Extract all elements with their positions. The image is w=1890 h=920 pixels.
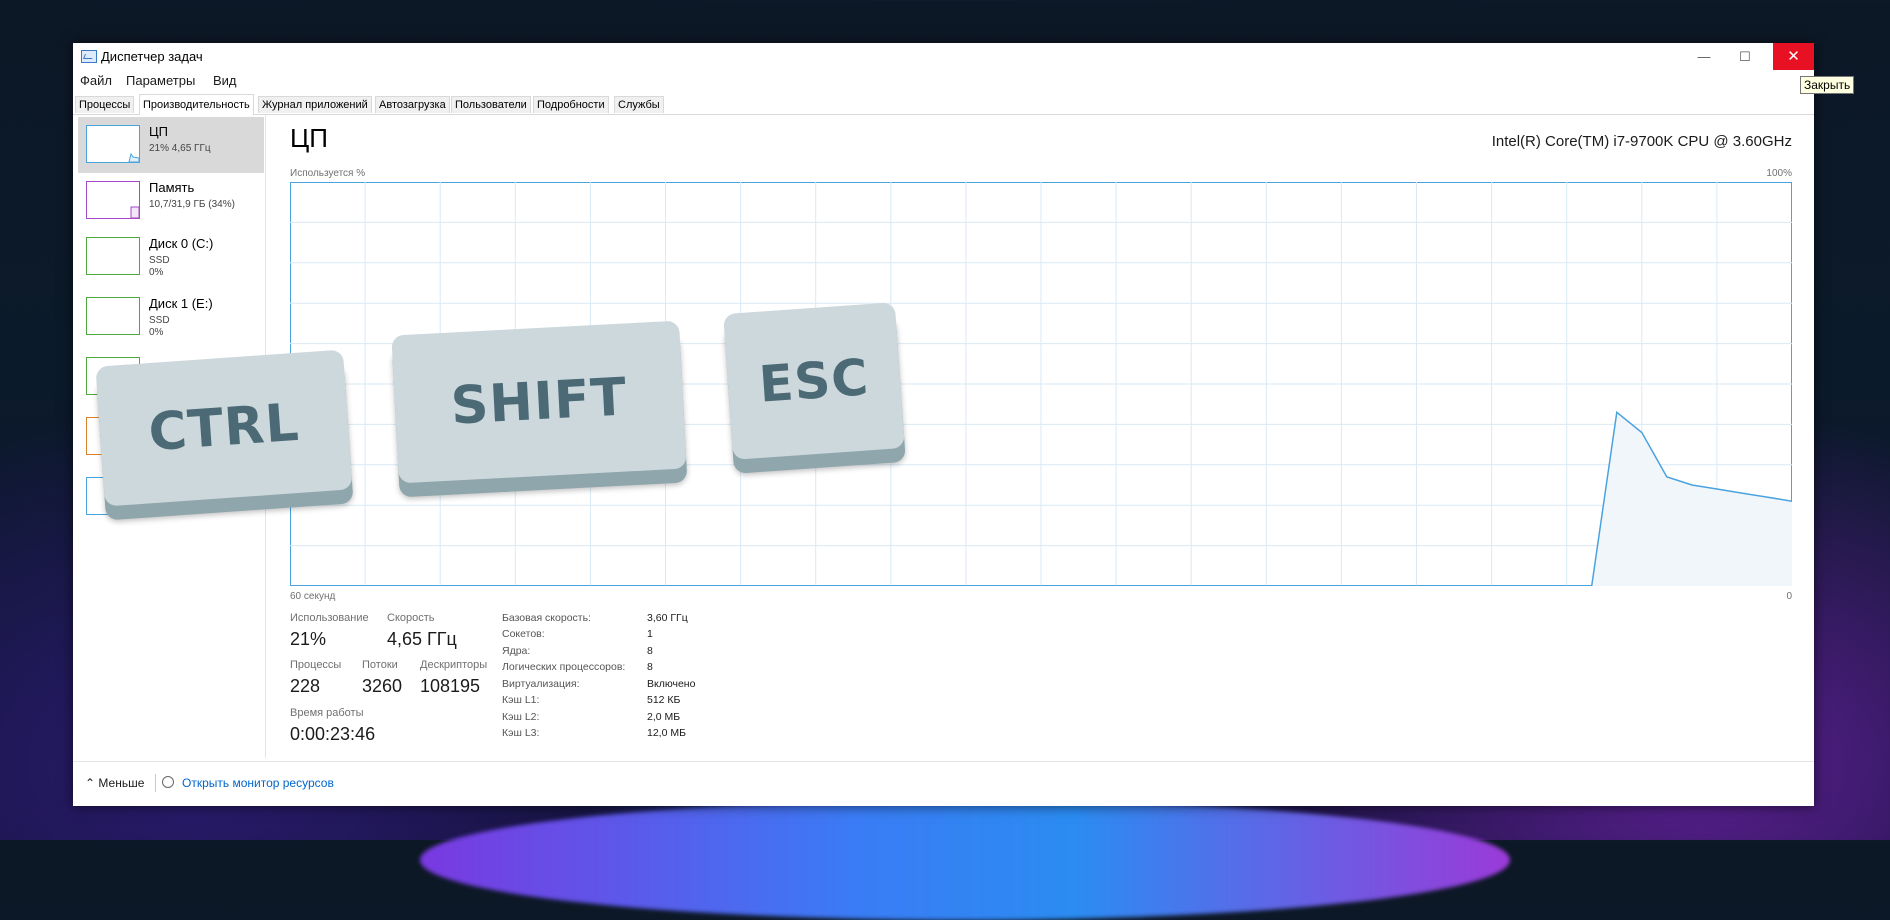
minimize-button[interactable]: — — [1685, 43, 1723, 70]
tab-details[interactable]: Подробности — [533, 96, 609, 113]
disk-thumbnail — [86, 297, 140, 335]
sidebar-item-label: Память — [149, 180, 195, 195]
cpu-model: Intel(R) Core(TM) i7-9700K CPU @ 3.60GHz — [1491, 133, 1792, 150]
memory-thumbnail — [86, 181, 140, 219]
info-value: 12,0 МБ — [647, 727, 686, 739]
task-manager-icon — [81, 50, 97, 63]
menu-file[interactable]: Файл — [80, 73, 112, 88]
page-title: ЦП — [290, 123, 328, 153]
info-value: 8 — [647, 645, 653, 657]
close-button[interactable]: ✕ — [1773, 43, 1814, 70]
menu-bar: Файл Параметры Вид — [73, 70, 1814, 90]
maximize-button[interactable]: ☐ — [1726, 43, 1764, 70]
menu-view[interactable]: Вид — [213, 73, 237, 88]
sidebar-item-label: Диск 0 (C:) — [149, 236, 214, 251]
sidebar-item-usage: 0% — [149, 327, 164, 338]
tab-app-history[interactable]: Журнал приложений — [258, 96, 372, 113]
info-value: 8 — [647, 661, 653, 673]
info-key: Виртуализация: — [502, 678, 580, 690]
sidebar-item-label: ЦП — [149, 124, 168, 139]
resource-monitor-icon — [162, 776, 174, 788]
info-value: 512 КБ — [647, 694, 681, 706]
sidebar-item-detail: 21% 4,65 ГГц — [149, 143, 211, 154]
info-key: Кэш L1: — [502, 694, 540, 706]
sidebar-item-detail: SSD — [149, 315, 170, 326]
fewer-details-button[interactable]: ⌃ Меньше — [85, 776, 144, 790]
sidebar-item-disk-0[interactable]: Диск 0 (C:) SSD 0% — [78, 229, 264, 285]
cpu-thumbnail — [86, 125, 140, 163]
info-key: Сокетов: — [502, 628, 545, 640]
sidebar-item-cpu[interactable]: ЦП 21% 4,65 ГГц — [78, 117, 264, 173]
graph-x-end-label: 0 — [1786, 591, 1792, 602]
info-key: Логических процессоров: — [502, 661, 626, 673]
usage-label: Использование — [290, 612, 369, 624]
sidebar-item-disk-1[interactable]: Диск 1 (E:) SSD 0% — [78, 289, 264, 345]
info-key: Ядра: — [502, 645, 531, 657]
background-glow — [420, 800, 1510, 920]
handles-label: Дескрипторы — [420, 659, 488, 671]
graph-y-max-label: 100% — [1766, 168, 1792, 179]
esc-keycap: ESC — [723, 302, 905, 460]
tab-users[interactable]: Пользователи — [451, 96, 531, 113]
handles-value: 108195 — [420, 676, 481, 696]
uptime-label: Время работы — [290, 707, 364, 719]
info-value: 2,0 МБ — [647, 711, 681, 723]
threads-label: Потоки — [362, 659, 398, 671]
title-bar: Диспетчер задач — ☐ ✕ — [73, 43, 1814, 70]
speed-value: 4,65 ГГц — [387, 629, 457, 649]
window-title: Диспетчер задач — [101, 49, 203, 64]
processes-value: 228 — [290, 676, 321, 696]
tab-performance[interactable]: Производительность — [139, 94, 254, 115]
tab-startup[interactable]: Автозагрузка — [375, 96, 450, 113]
menu-options[interactable]: Параметры — [126, 73, 195, 88]
footer-divider — [155, 774, 156, 792]
chevron-up-icon: ⌃ — [85, 776, 96, 790]
fewer-details-label: Меньше — [98, 776, 145, 790]
sidebar-item-detail: 10,7/31,9 ГБ (34%) — [149, 199, 235, 210]
info-value: 1 — [647, 628, 653, 640]
disk-thumbnail — [86, 237, 140, 275]
uptime-value: 0:00:23:46 — [290, 724, 376, 744]
tab-strip: Процессы Производительность Журнал прило… — [73, 94, 1814, 115]
tab-services[interactable]: Службы — [614, 96, 664, 113]
footer-bar: ⌃ Меньше Открыть монитор ресурсов — [73, 761, 1814, 807]
info-value: 3,60 ГГц — [647, 612, 688, 624]
info-value: Включено — [647, 678, 696, 690]
shift-keycap: SHIFT — [391, 320, 687, 484]
graph-x-label: 60 секунд — [290, 591, 336, 602]
threads-value: 3260 — [362, 676, 403, 696]
sidebar-item-label: Диск 1 (E:) — [149, 296, 213, 311]
tab-processes[interactable]: Процессы — [75, 96, 135, 113]
speed-label: Скорость — [387, 612, 435, 624]
processes-label: Процессы — [290, 659, 342, 671]
sidebar-item-detail: SSD — [149, 255, 170, 266]
sidebar-item-usage: 0% — [149, 267, 164, 278]
info-key: Базовая скорость: — [502, 612, 591, 624]
close-tooltip: Закрыть — [1800, 76, 1855, 94]
usage-value: 21% — [290, 629, 327, 649]
info-key: Кэш L2: — [502, 711, 540, 723]
sidebar-item-memory[interactable]: Память 10,7/31,9 ГБ (34%) — [78, 173, 264, 229]
graph-y-label: Используется % — [290, 168, 366, 179]
ctrl-keycap: CTRL — [95, 349, 353, 507]
info-key: Кэш L3: — [502, 727, 540, 739]
open-resource-monitor-link[interactable]: Открыть монитор ресурсов — [182, 776, 334, 790]
